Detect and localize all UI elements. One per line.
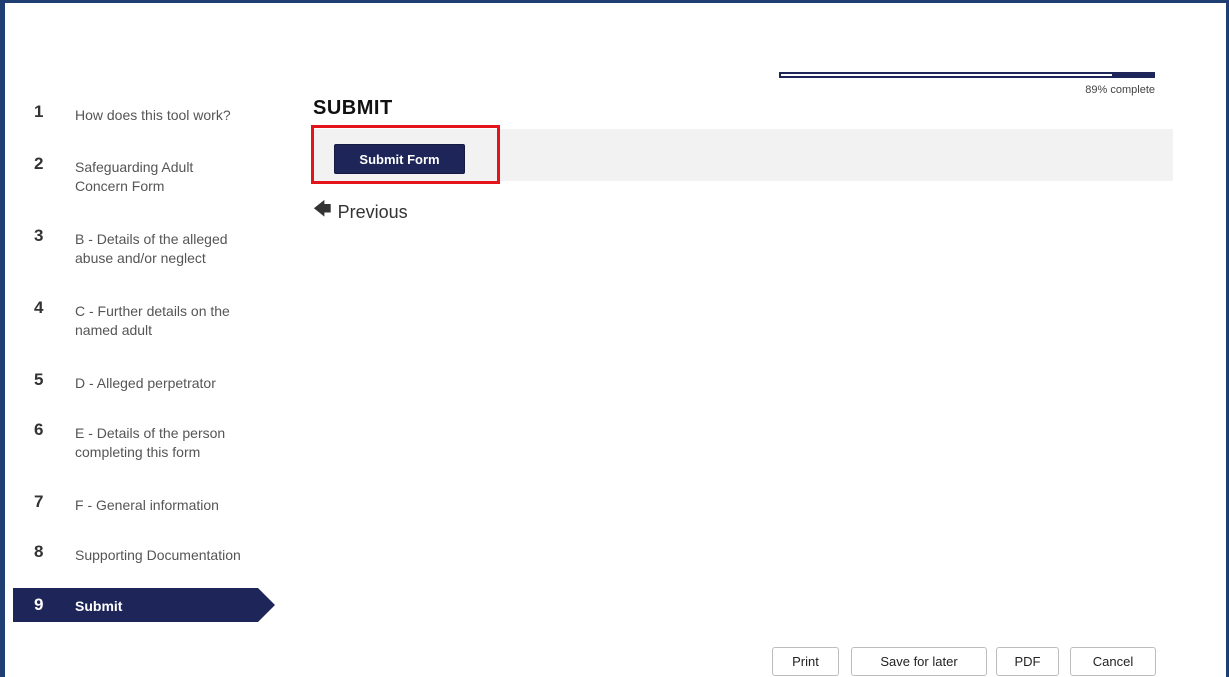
nav-item-number: 5 xyxy=(34,370,44,389)
nav-item-label: F - General information xyxy=(75,497,219,513)
nav-item-supporting-documentation[interactable]: 8 Supporting Documentation xyxy=(13,542,258,582)
nav-item-number: 2 xyxy=(34,154,44,173)
nav-item-number: 1 xyxy=(34,102,44,121)
cancel-button[interactable]: Cancel xyxy=(1070,647,1156,676)
page-title: SUBMIT xyxy=(313,97,393,119)
nav-item-number: 7 xyxy=(34,492,44,511)
nav-item-number: 4 xyxy=(34,298,44,317)
progress-bar-fill xyxy=(1112,74,1153,76)
pdf-button[interactable]: PDF xyxy=(996,647,1059,676)
nav-item-safeguarding-form[interactable]: 2 Safeguarding Adult Concern Form xyxy=(13,154,258,214)
nav-item-number: 8 xyxy=(34,542,44,561)
previous-label: Previous xyxy=(337,201,408,222)
nav-item-section-d[interactable]: 5 D - Alleged perpetrator xyxy=(13,370,258,410)
nav-item-section-f[interactable]: 7 F - General information xyxy=(13,492,258,532)
nav-item-label: C - Further details on the named adult xyxy=(75,303,230,338)
progress-label: 89% complete xyxy=(1085,84,1155,96)
nav-item-label: E - Details of the person completing thi… xyxy=(75,425,226,460)
arrow-left-icon: 🡄 xyxy=(313,199,332,219)
save-for-later-button[interactable]: Save for later xyxy=(851,647,987,676)
nav-item-label: Safeguarding Adult Concern Form xyxy=(75,159,194,194)
nav-item-label: How does this tool work? xyxy=(75,107,231,123)
nav-item-section-b[interactable]: 3 B - Details of the alleged abuse and/o… xyxy=(13,226,258,286)
previous-link[interactable]: 🡄 Previous xyxy=(313,197,408,227)
nav-item-label: D - Alleged perpetrator xyxy=(75,375,216,391)
nav-item-label: Supporting Documentation xyxy=(75,547,241,563)
nav-item-section-e[interactable]: 6 E - Details of the person completing t… xyxy=(13,420,258,480)
progress-bar xyxy=(779,72,1155,78)
print-button[interactable]: Print xyxy=(772,647,839,676)
nav-item-number: 3 xyxy=(34,226,44,245)
nav-item-submit[interactable]: 9 Submit xyxy=(13,588,275,622)
nav-item-how-it-works[interactable]: 1 How does this tool work? xyxy=(13,102,258,142)
nav-item-section-c[interactable]: 4 C - Further details on the named adult xyxy=(13,298,258,358)
nav-item-label: B - Details of the alleged abuse and/or … xyxy=(75,231,228,266)
highlight-box xyxy=(311,125,500,184)
nav-item-number: 9 xyxy=(34,595,44,614)
nav-item-number: 6 xyxy=(34,420,44,439)
nav-item-label: Submit xyxy=(75,598,123,614)
